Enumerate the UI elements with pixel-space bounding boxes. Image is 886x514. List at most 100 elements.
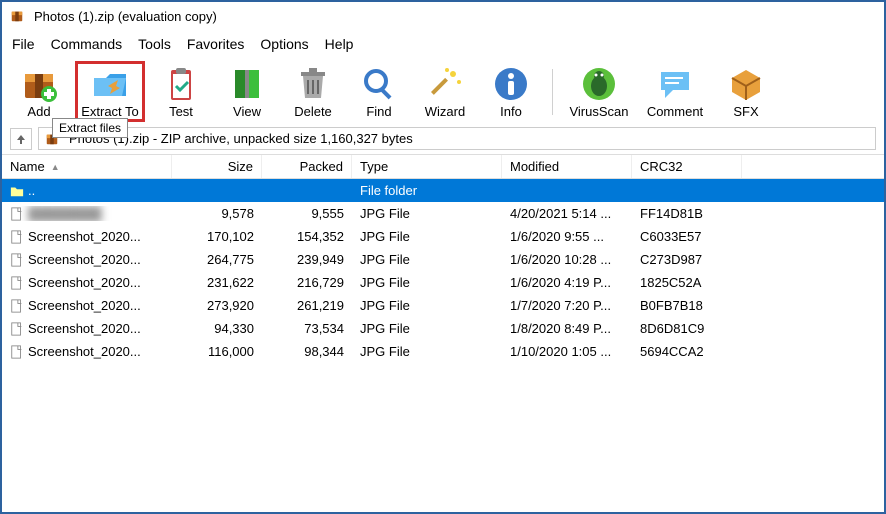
parent-dir-row[interactable]: ..File folder: [2, 179, 884, 202]
cell-size: 116,000: [172, 344, 262, 359]
toolbar-label: SFX: [733, 104, 758, 119]
cell-packed: 261,219: [262, 298, 352, 313]
info-button[interactable]: Info: [482, 62, 540, 121]
path-box[interactable]: Photos (1).zip - ZIP archive, unpacked s…: [38, 127, 876, 150]
cell-packed: 9,555: [262, 206, 352, 221]
cell-modified: 1/7/2020 7:20 P...: [502, 298, 632, 313]
col-header-packed[interactable]: Packed: [262, 155, 352, 178]
menu-favorites[interactable]: Favorites: [187, 36, 245, 52]
menu-file[interactable]: File: [12, 36, 35, 52]
toolbar-label: Find: [366, 104, 391, 119]
column-header-row: Name▲ Size Packed Type Modified CRC32: [2, 154, 884, 179]
title-bar: Photos (1).zip (evaluation copy): [2, 2, 884, 30]
menu-commands[interactable]: Commands: [51, 36, 123, 52]
find-button[interactable]: Find: [350, 62, 408, 121]
up-button[interactable]: [10, 128, 32, 150]
file-row[interactable]: Screenshot_2020...273,920261,219JPG File…: [2, 294, 884, 317]
file-row[interactable]: Screenshot_2020...94,33073,534JPG File1/…: [2, 317, 884, 340]
toolbar-label: Test: [169, 104, 193, 119]
cell-packed: 216,729: [262, 275, 352, 290]
file-icon: [10, 276, 24, 290]
tooltip-extract: Extract files: [52, 118, 128, 138]
file-icon: [10, 322, 24, 336]
extract-button[interactable]: Extract To: [76, 62, 144, 121]
magnifier-icon: [359, 64, 399, 104]
box-icon: [726, 64, 766, 104]
cell-type: JPG File: [352, 321, 502, 336]
delete-button[interactable]: Delete: [284, 62, 342, 121]
file-row[interactable]: ████████9,5789,555JPG File4/20/2021 5:14…: [2, 202, 884, 225]
toolbar-label: VirusScan: [569, 104, 628, 119]
cell-crc: C6033E57: [632, 229, 742, 244]
cell-name: ..: [2, 183, 172, 198]
file-row[interactable]: Screenshot_2020...231,622216,729JPG File…: [2, 271, 884, 294]
view-button[interactable]: View: [218, 62, 276, 121]
app-icon: [10, 9, 24, 23]
col-header-modified[interactable]: Modified: [502, 155, 632, 178]
separator: [552, 69, 553, 115]
col-header-crc[interactable]: CRC32: [632, 155, 742, 178]
toolbar: Add Extract To Test View Delete Find Wizard Inf…: [2, 58, 884, 123]
cell-modified: 1/8/2020 8:49 P...: [502, 321, 632, 336]
toolbar-label: Wizard: [425, 104, 465, 119]
cell-type: JPG File: [352, 252, 502, 267]
cell-size: 273,920: [172, 298, 262, 313]
file-list[interactable]: ..File folder████████9,5789,555JPG File4…: [2, 179, 884, 512]
cell-modified: 1/6/2020 10:28 ...: [502, 252, 632, 267]
file-icon: [10, 299, 24, 313]
cell-packed: 98,344: [262, 344, 352, 359]
cell-size: 9,578: [172, 206, 262, 221]
cell-packed: 239,949: [262, 252, 352, 267]
cell-crc: 1825C52A: [632, 275, 742, 290]
test-button[interactable]: Test: [152, 62, 210, 121]
window-title: Photos (1).zip (evaluation copy): [34, 9, 217, 24]
comment-button[interactable]: Comment: [641, 62, 709, 121]
cell-type: JPG File: [352, 229, 502, 244]
file-icon: [10, 345, 24, 359]
file-row[interactable]: Screenshot_2020...170,102154,352JPG File…: [2, 225, 884, 248]
cell-type: JPG File: [352, 298, 502, 313]
cell-name: ████████: [2, 206, 172, 221]
cell-name: Screenshot_2020...: [2, 275, 172, 290]
cell-modified: 4/20/2021 5:14 ...: [502, 206, 632, 221]
menu-tools[interactable]: Tools: [138, 36, 171, 52]
archive-add-icon: [19, 64, 59, 104]
cell-size: 94,330: [172, 321, 262, 336]
cell-modified: 1/10/2020 1:05 ...: [502, 344, 632, 359]
cell-type: JPG File: [352, 344, 502, 359]
wizard-button[interactable]: Wizard: [416, 62, 474, 121]
col-header-type[interactable]: Type: [352, 155, 502, 178]
cell-type: JPG File: [352, 275, 502, 290]
cell-name: Screenshot_2020...: [2, 252, 172, 267]
col-header-name[interactable]: Name▲: [2, 155, 172, 178]
cell-size: 170,102: [172, 229, 262, 244]
cell-modified: 1/6/2020 9:55 ...: [502, 229, 632, 244]
toolbar-label: Comment: [647, 104, 703, 119]
sfx-button[interactable]: SFX: [717, 62, 775, 121]
menu-bar: File Commands Tools Favorites Options Help: [2, 30, 884, 58]
folder-icon: [10, 184, 24, 198]
cell-name: Screenshot_2020...: [2, 321, 172, 336]
cell-name: Screenshot_2020...: [2, 229, 172, 244]
trash-icon: [293, 64, 333, 104]
menu-help[interactable]: Help: [325, 36, 354, 52]
cell-size: 264,775: [172, 252, 262, 267]
cell-type: JPG File: [352, 206, 502, 221]
toolbar-label: Add: [27, 104, 50, 119]
file-row[interactable]: Screenshot_2020...116,00098,344JPG File1…: [2, 340, 884, 363]
toolbar-label: View: [233, 104, 261, 119]
virus-button[interactable]: VirusScan: [565, 62, 633, 121]
folder-out-icon: [90, 64, 130, 104]
menu-options[interactable]: Options: [260, 36, 308, 52]
book-icon: [227, 64, 267, 104]
cell-crc: B0FB7B18: [632, 298, 742, 313]
cell-crc: FF14D81B: [632, 206, 742, 221]
cell-name: Screenshot_2020...: [2, 344, 172, 359]
wand-icon: [425, 64, 465, 104]
add-button[interactable]: Add: [10, 62, 68, 121]
col-header-size[interactable]: Size: [172, 155, 262, 178]
toolbar-label: Delete: [294, 104, 332, 119]
file-row[interactable]: Screenshot_2020...264,775239,949JPG File…: [2, 248, 884, 271]
toolbar-label: Info: [500, 104, 522, 119]
sort-indicator-icon: ▲: [51, 162, 60, 172]
